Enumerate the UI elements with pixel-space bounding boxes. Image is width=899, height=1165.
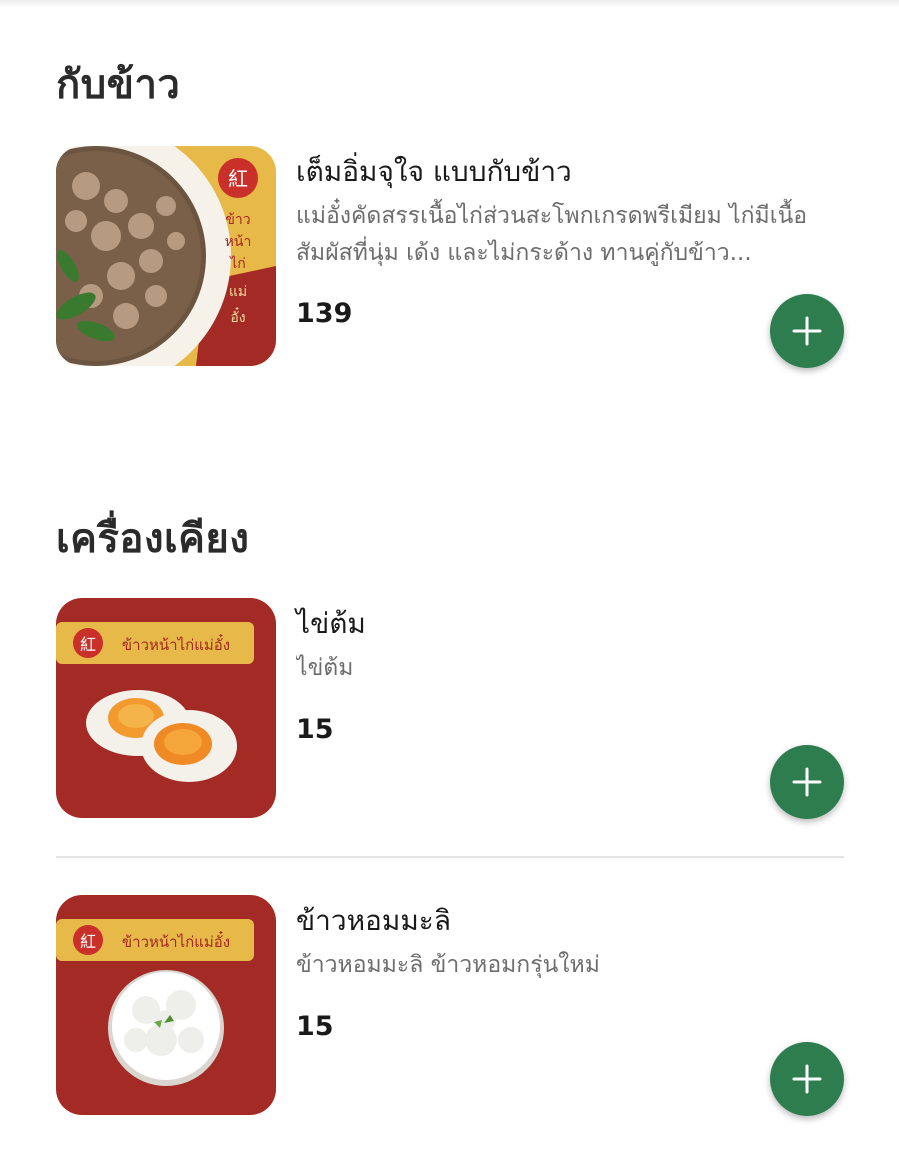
plus-icon — [792, 767, 822, 797]
item-description: ข้าวหอมมะลิ ข้าวหอมกรุ่นใหม่ — [296, 952, 600, 978]
jasmine-rice-image: 紅 ข้าวหน้าไก่แม่อั๋ง — [56, 895, 276, 1115]
chicken-curry-photo: 紅 ข้าว หน้า ไก่ แม่ อั๋ง — [56, 146, 276, 366]
menu-item-chicken-set[interactable]: 紅 ข้าว หน้า ไก่ แม่ อั๋ง เต็มอิ่มจุใจ แบ… — [56, 146, 844, 368]
svg-text:紅: 紅 — [80, 932, 96, 951]
svg-text:紅: 紅 — [228, 167, 248, 191]
boiled-egg-photo: 紅 ข้าวหน้าไก่แม่อั๋ง — [56, 598, 276, 818]
brand-label: ข้าวหน้าไก่แม่อั๋ง — [122, 930, 230, 951]
item-name: ไข่ต้ม — [296, 607, 366, 640]
brand-label: ข้าวหน้าไก่แม่อั๋ง — [122, 633, 230, 654]
svg-text:หน้า: หน้า — [225, 234, 252, 250]
chicken-curry-image: 紅 ข้าว หน้า ไก่ แม่ อั๋ง — [56, 146, 276, 366]
menu-item-jasmine-rice[interactable]: 紅 ข้าวหน้าไก่แม่อั๋ง ข้าวหอมมะลิ ข้าวหอม… — [56, 895, 844, 1117]
add-to-cart-button[interactable] — [770, 294, 844, 368]
plus-icon — [792, 316, 822, 346]
menu-item-boiled-egg[interactable]: 紅 ข้าวหน้าไก่แม่อั๋ง ไข่ต้ม ไข่ต้ม 15 — [56, 598, 844, 820]
section-title-side-items: เครื่องเคียง — [56, 516, 250, 562]
item-price: 15 — [296, 714, 334, 745]
boiled-egg-image: 紅 ข้าวหน้าไก่แม่อั๋ง — [56, 598, 276, 818]
plus-icon — [792, 1064, 822, 1094]
item-price: 139 — [296, 298, 353, 329]
jasmine-rice-photo: 紅 ข้าวหน้าไก่แม่อั๋ง — [56, 895, 276, 1115]
add-to-cart-button[interactable] — [770, 1042, 844, 1116]
svg-text:อั๋ง: อั๋ง — [230, 307, 245, 326]
svg-text:แม่: แม่ — [229, 284, 247, 300]
item-name: ข้าวหอมมะลิ — [296, 904, 451, 937]
item-price: 15 — [296, 1011, 334, 1042]
item-name: เต็มอิ่มจุใจ แบบกับข้าว — [296, 155, 572, 188]
item-description: ไข่ต้ม — [296, 655, 354, 681]
top-fade — [0, 0, 899, 8]
svg-text:紅: 紅 — [80, 635, 96, 654]
item-divider — [56, 856, 844, 858]
add-to-cart-button[interactable] — [770, 745, 844, 819]
item-description: แม่อั๋งคัดสรรเนื้อไก่ส่วนสะโพกเกรดพรีเมี… — [296, 203, 808, 266]
section-title-side-dishes-with-rice: กับข้าว — [56, 62, 181, 108]
svg-text:ไก่: ไก่ — [229, 255, 246, 272]
svg-text:ข้าว: ข้าว — [225, 212, 250, 228]
